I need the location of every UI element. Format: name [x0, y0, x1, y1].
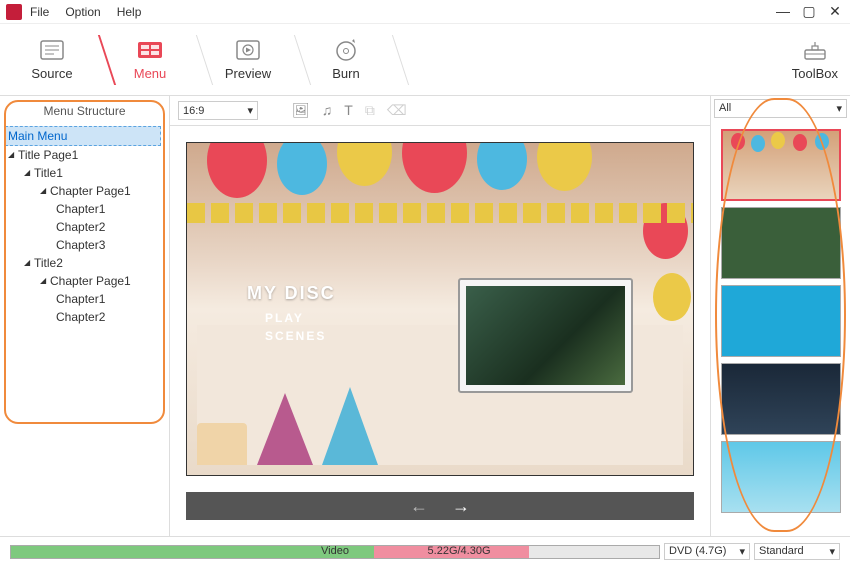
- tab-separator: [288, 25, 306, 95]
- tab-preview[interactable]: Preview: [208, 25, 288, 95]
- toolbox-label: ToolBox: [792, 66, 838, 81]
- caret-icon: ◢: [40, 272, 48, 290]
- disc-play-button[interactable]: PLAY: [265, 311, 304, 325]
- tree-title-page1[interactable]: ◢Title Page1: [8, 146, 161, 164]
- copy-tool-icon[interactable]: ⧉: [365, 102, 375, 119]
- preview-area: 16:9▾ 🖼 ♫ T ⧉ ⌫ MY DISC PLAY: [170, 96, 710, 536]
- tree-chapter2-2[interactable]: Chapter2: [56, 308, 161, 326]
- aspect-ratio-select[interactable]: 16:9▾: [178, 101, 258, 120]
- balloon-decoration: [477, 142, 527, 190]
- menu-file[interactable]: File: [30, 5, 49, 19]
- menu-help[interactable]: Help: [117, 5, 142, 19]
- sidebar-header: Menu Structure: [0, 100, 169, 126]
- menu-structure-sidebar: Menu Structure Main Menu ◢Title Page1 ◢T…: [0, 96, 170, 536]
- tree-chapter1[interactable]: Chapter1: [56, 200, 161, 218]
- status-bar: Video 5.22G/4.30G DVD (4.7G)▾ Standard▾: [0, 536, 850, 566]
- balloon-decoration: [653, 273, 691, 321]
- template-filter-select[interactable]: All▾: [714, 99, 847, 118]
- toolbox-button[interactable]: ToolBox: [792, 38, 838, 81]
- template-thumbnail[interactable]: [721, 285, 841, 357]
- minimize-button[interactable]: —: [774, 3, 792, 20]
- chevron-down-icon: ▾: [836, 102, 842, 115]
- caret-icon: ◢: [24, 164, 32, 182]
- balloon-decoration: [207, 142, 267, 198]
- tree-chapter2[interactable]: Chapter2: [56, 218, 161, 236]
- balloon-decoration: [402, 142, 467, 193]
- template-thumbnail[interactable]: [721, 207, 841, 279]
- menu-preview[interactable]: MY DISC PLAY SCENES: [186, 142, 694, 476]
- disc-usage-bar: Video 5.22G/4.30G: [10, 545, 660, 559]
- tree-chapter3[interactable]: Chapter3: [56, 236, 161, 254]
- tree-chapter-page1[interactable]: ◢Chapter Page1: [40, 182, 161, 200]
- chevron-down-icon: ▾: [247, 104, 253, 117]
- maximize-button[interactable]: ▢: [800, 3, 818, 20]
- tab-source[interactable]: Source: [12, 25, 92, 95]
- progress-label: Video: [321, 545, 349, 557]
- progress-size: 5.22G/4.30G: [428, 545, 491, 557]
- quality-select[interactable]: Standard▾: [754, 543, 840, 560]
- tab-preview-label: Preview: [225, 66, 271, 81]
- bunting-decoration: [187, 203, 693, 223]
- tab-burn[interactable]: Burn: [306, 25, 386, 95]
- template-thumbnail[interactable]: [721, 441, 841, 513]
- tab-burn-label: Burn: [332, 66, 359, 81]
- disc-title-text[interactable]: MY DISC: [247, 283, 336, 304]
- source-icon: [38, 38, 66, 62]
- tree-chapter1-2[interactable]: Chapter1: [56, 290, 161, 308]
- template-thumbnail[interactable]: [721, 363, 841, 435]
- tab-menu-label: Menu: [134, 66, 167, 81]
- chevron-down-icon: ▾: [829, 545, 835, 558]
- toolbox-icon: [801, 38, 829, 62]
- music-tool-icon[interactable]: ♫: [322, 102, 333, 119]
- menu-bar: File Option Help: [30, 5, 774, 19]
- tab-separator: [190, 25, 208, 95]
- preview-nav: ← →: [186, 492, 694, 520]
- preview-icon: [234, 38, 262, 62]
- tab-menu[interactable]: Menu: [110, 25, 190, 95]
- main-content: Menu Structure Main Menu ◢Title Page1 ◢T…: [0, 96, 850, 536]
- menu-tree: Main Menu ◢Title Page1 ◢Title1 ◢Chapter …: [0, 126, 169, 326]
- party-hat-decoration: [257, 393, 313, 465]
- image-tool-icon[interactable]: 🖼: [292, 102, 310, 119]
- title-bar: File Option Help — ▢ ✕: [0, 0, 850, 24]
- disc-type-select[interactable]: DVD (4.7G)▾: [664, 543, 750, 560]
- menu-option[interactable]: Option: [65, 5, 100, 19]
- caret-icon: ◢: [24, 254, 32, 272]
- video-thumbnail[interactable]: [458, 278, 633, 393]
- tree-chapter-page1-2[interactable]: ◢Chapter Page1: [40, 272, 161, 290]
- next-page-button[interactable]: →: [452, 496, 470, 517]
- toolbar: Source Menu Preview Burn ToolBox: [0, 24, 850, 96]
- balloon-decoration: [337, 142, 392, 186]
- template-thumbnail[interactable]: [721, 129, 841, 201]
- prev-page-button[interactable]: ←: [410, 496, 428, 517]
- tree-title1[interactable]: ◢Title1: [24, 164, 161, 182]
- tab-separator: [92, 25, 110, 95]
- text-tool-icon[interactable]: T: [344, 102, 353, 119]
- preview-toolbar: 16:9▾ 🖼 ♫ T ⧉ ⌫: [170, 96, 710, 126]
- disc-scenes-button[interactable]: SCENES: [265, 329, 326, 343]
- balloon-decoration: [277, 142, 327, 195]
- tab-source-label: Source: [31, 66, 72, 81]
- caret-icon: ◢: [40, 182, 48, 200]
- tree-main-menu[interactable]: Main Menu: [5, 126, 161, 146]
- template-list: [711, 121, 850, 536]
- menu-icon: [136, 38, 164, 62]
- close-button[interactable]: ✕: [826, 3, 844, 20]
- cake-decoration: [197, 423, 247, 465]
- window-controls: — ▢ ✕: [774, 3, 844, 20]
- caret-icon: ◢: [8, 146, 16, 164]
- party-hat-decoration: [322, 387, 378, 465]
- chevron-down-icon: ▾: [739, 545, 745, 558]
- template-panel: All▾: [710, 96, 850, 536]
- app-logo: [6, 4, 22, 20]
- burn-icon: [332, 38, 360, 62]
- tab-separator: [386, 25, 404, 95]
- tree-title2[interactable]: ◢Title2: [24, 254, 161, 272]
- delete-tool-icon[interactable]: ⌫: [387, 102, 407, 119]
- balloon-decoration: [537, 142, 592, 191]
